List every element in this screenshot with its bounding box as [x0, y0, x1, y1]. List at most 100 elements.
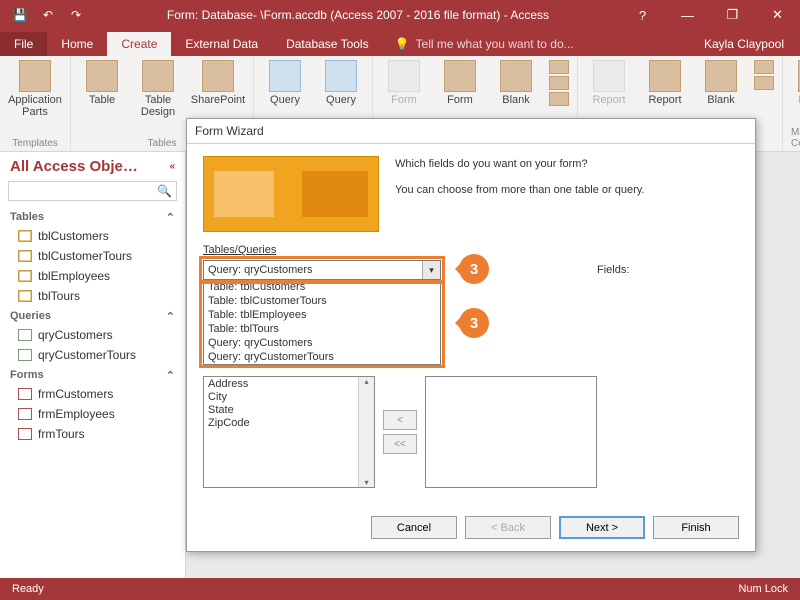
- ribbon-tabs: File Home Create External Data Database …: [0, 30, 800, 56]
- nav-search[interactable]: 🔍: [8, 181, 177, 201]
- wizard-question-1: Which fields do you want on your form?: [395, 156, 739, 172]
- cancel-button[interactable]: Cancel: [371, 516, 457, 539]
- table-button[interactable]: Table: [79, 60, 125, 106]
- nav-item-tbltours[interactable]: tblTours: [0, 286, 185, 306]
- close-button[interactable]: ✕: [755, 0, 800, 30]
- query-icon: [18, 329, 32, 341]
- chevron-down-icon[interactable]: ▾: [422, 261, 440, 279]
- group-macros: Macro Macros & Code: [783, 56, 800, 151]
- tab-external-data[interactable]: External Data: [171, 32, 272, 56]
- back-button[interactable]: < Back: [465, 516, 551, 539]
- dropdown-item[interactable]: Table: tblEmployees: [204, 308, 440, 322]
- report-button[interactable]: Report: [586, 60, 632, 106]
- nav-header-text: All Access Obje…: [10, 158, 138, 175]
- report-more-stack[interactable]: [754, 60, 774, 90]
- available-fields-list[interactable]: Address City State ZipCode ▴▾: [203, 376, 375, 488]
- query-design-button[interactable]: Query: [318, 60, 364, 106]
- selected-fields-label: Fields:: [595, 264, 629, 276]
- sharepoint-lists-button[interactable]: SharePoint: [191, 60, 245, 106]
- nav-item-label: qryCustomerTours: [38, 348, 136, 362]
- wizard-title: Form Wizard: [187, 119, 755, 144]
- query-wizard-button[interactable]: Query: [262, 60, 308, 106]
- sharepoint-icon: [202, 60, 234, 92]
- chevron-left-icon[interactable]: «: [169, 161, 175, 172]
- redo-icon[interactable]: ↷: [62, 3, 90, 27]
- window-title: Form: Database- \Form.accdb (Access 2007…: [96, 8, 620, 22]
- navigation-pane: All Access Obje… « 🔍 Tables⌃ tblCustomer…: [0, 152, 186, 578]
- search-icon: 🔍: [157, 184, 172, 198]
- blank-form-button[interactable]: Blank: [493, 60, 539, 106]
- move-all-left-button[interactable]: <<: [383, 434, 417, 454]
- nav-item-qrycustomertours[interactable]: qryCustomerTours: [0, 345, 185, 365]
- nav-item-frmemployees[interactable]: frmEmployees: [0, 404, 185, 424]
- nav-group-forms[interactable]: Forms ⌃: [0, 365, 185, 384]
- dropdown-item[interactable]: Table: tblCustomers: [204, 280, 440, 294]
- form-icon: [18, 408, 32, 420]
- restore-button[interactable]: ❐: [710, 0, 755, 30]
- tab-create[interactable]: Create: [107, 32, 171, 56]
- combo-dropdown: Table: tblCustomers Table: tblCustomerTo…: [203, 280, 441, 365]
- chevron-up-icon: ⌃: [166, 310, 175, 323]
- table-label: Table: [89, 94, 115, 106]
- blank-form-icon: [500, 60, 532, 92]
- nav-item-tblcustomers[interactable]: tblCustomers: [0, 226, 185, 246]
- nav-group-queries-label: Queries: [10, 310, 51, 323]
- wizard-question-2: You can choose from more than one table …: [395, 182, 739, 198]
- nav-item-tblemployees[interactable]: tblEmployees: [0, 266, 185, 286]
- form-design-button[interactable]: Form: [437, 60, 483, 106]
- scrollbar[interactable]: ▴▾: [358, 377, 374, 487]
- wizard-banner-image: [203, 156, 379, 232]
- nav-item-frmtours[interactable]: frmTours: [0, 424, 185, 444]
- nav-item-frmcustomers[interactable]: frmCustomers: [0, 384, 185, 404]
- list-item[interactable]: State: [206, 404, 372, 417]
- query-wizard-icon: [269, 60, 301, 92]
- report-icon: [593, 60, 625, 92]
- form-icon: [18, 388, 32, 400]
- chevron-up-icon: ⌃: [166, 369, 175, 382]
- group-templates: Application Parts Templates: [0, 56, 71, 151]
- save-icon[interactable]: 💾: [6, 3, 34, 27]
- sharepoint-label: SharePoint: [191, 94, 245, 106]
- application-parts-button[interactable]: Application Parts: [8, 60, 62, 118]
- form-more-stack[interactable]: [549, 60, 569, 106]
- nav-item-label: frmCustomers: [38, 387, 113, 401]
- nav-group-tables[interactable]: Tables⌃: [0, 207, 185, 226]
- macro-button[interactable]: Macro: [791, 60, 800, 106]
- list-item[interactable]: City: [206, 391, 372, 404]
- finish-button[interactable]: Finish: [653, 516, 739, 539]
- table-design-button[interactable]: Table Design: [135, 60, 181, 118]
- list-item[interactable]: Address: [206, 378, 372, 391]
- tables-queries-combo[interactable]: Query: qryCustomers ▾ Table: tblCustomer…: [203, 260, 441, 280]
- nav-item-label: tblCustomers: [38, 229, 109, 243]
- help-button[interactable]: ?: [620, 0, 665, 30]
- selected-fields-list[interactable]: [425, 376, 597, 488]
- table-icon: [86, 60, 118, 92]
- report-design-button[interactable]: Report: [642, 60, 688, 106]
- nav-group-queries[interactable]: Queries ⌃: [0, 306, 185, 325]
- nav-item-qrycustomers[interactable]: qryCustomers: [0, 325, 185, 345]
- combo-value: Query: qryCustomers: [204, 264, 422, 276]
- callout-bubble-1: 3: [459, 254, 489, 284]
- dropdown-item[interactable]: Table: tblCustomerTours: [204, 294, 440, 308]
- tell-me[interactable]: 💡 Tell me what you want to do...: [383, 32, 586, 56]
- wizard-buttons: Cancel < Back Next > Finish: [371, 516, 739, 539]
- user-name[interactable]: Kayla Claypool: [688, 32, 800, 56]
- tab-database-tools[interactable]: Database Tools: [272, 32, 383, 56]
- tab-home[interactable]: Home: [47, 32, 107, 56]
- dropdown-item[interactable]: Table: tblTours: [204, 322, 440, 336]
- tab-file[interactable]: File: [0, 32, 47, 56]
- nav-header[interactable]: All Access Obje… «: [0, 156, 185, 181]
- move-left-button[interactable]: <: [383, 410, 417, 430]
- window-controls: ? — ❐ ✕: [620, 0, 800, 30]
- undo-icon[interactable]: ↶: [34, 3, 62, 27]
- dropdown-item[interactable]: Query: qryCustomers: [204, 336, 440, 350]
- dropdown-item[interactable]: Query: qryCustomerTours: [204, 350, 440, 364]
- next-button[interactable]: Next >: [559, 516, 645, 539]
- minimize-button[interactable]: —: [665, 0, 710, 30]
- blank-report-button[interactable]: Blank: [698, 60, 744, 106]
- query-design-label: Query: [326, 94, 356, 106]
- form-button[interactable]: Form: [381, 60, 427, 106]
- list-item[interactable]: ZipCode: [206, 417, 372, 430]
- nav-item-tblcustomertours[interactable]: tblCustomerTours: [0, 246, 185, 266]
- nav-group-forms-label: Forms: [10, 369, 44, 382]
